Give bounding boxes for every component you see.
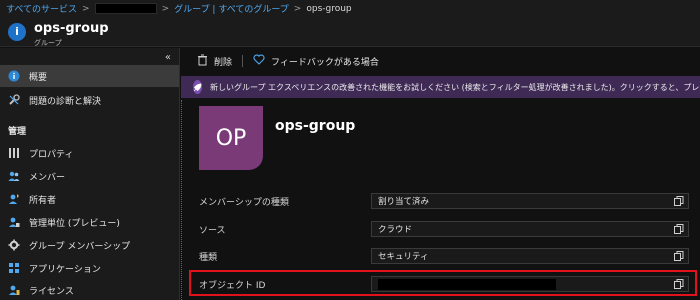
source-value: クラウド (378, 225, 413, 235)
main-content: 削除 フィードバックがある場合 新しいグループ エクスペリエンスの改善された機能… (181, 48, 700, 300)
wrench-icon (8, 94, 20, 106)
delete-button[interactable]: 削除 (197, 54, 232, 69)
sidebar-item-label: 所有者 (29, 195, 57, 206)
breadcrumb-current: ops-group (306, 3, 352, 14)
feedback-button[interactable]: フィードバックがある場合 (253, 54, 379, 68)
sidebar-item-label: ライセンス (29, 286, 74, 297)
membership-type-label: メンバーシップの種類 (199, 198, 289, 208)
gear-icon (8, 239, 20, 251)
sidebar-item-admin-units[interactable]: 管理単位 (プレビュー) (0, 211, 179, 233)
redacted-breadcrumb (94, 3, 157, 14)
sidebar-item-label: プロパティ (29, 149, 74, 160)
group-avatar: OP (199, 106, 263, 170)
apps-icon (8, 262, 20, 274)
copy-icon[interactable] (674, 224, 684, 234)
preview-banner[interactable]: 新しいグループ エクスペリエンスの改善された機能をお試しください (検索とフィル… (181, 76, 700, 98)
group-name: ops-group (275, 118, 356, 134)
collapse-sidebar-icon[interactable]: « (165, 52, 171, 63)
delete-label: 削除 (214, 57, 233, 68)
toolbar-divider (242, 55, 244, 67)
breadcrumb-separator: > (82, 3, 90, 14)
license-icon (8, 284, 20, 296)
sidebar-item-owners[interactable]: 所有者 (0, 188, 179, 210)
source-field[interactable]: クラウド (371, 221, 689, 237)
rocket-icon (193, 80, 202, 94)
properties-icon (8, 147, 20, 159)
type-value: セキュリティ (378, 252, 429, 262)
sidebar-item-group-membership[interactable]: グループ メンバーシップ (0, 234, 179, 256)
owners-icon (8, 193, 20, 205)
type-label: 種類 (199, 253, 218, 263)
breadcrumb-groups[interactable]: グループ | すべてのグループ (174, 2, 289, 15)
sidebar: « 概要 問題の診断と解決 管理 プロパティ メンバー 所有者 管理単位 (プレ… (0, 48, 180, 300)
breadcrumb-separator: > (161, 3, 170, 14)
info-icon (8, 70, 20, 82)
page-subtitle: グループ (34, 39, 62, 47)
members-icon (8, 170, 20, 182)
copy-icon[interactable] (674, 251, 684, 261)
sidebar-item-label: グループ メンバーシップ (29, 241, 131, 252)
membership-type-field[interactable]: 割り当て済み (371, 193, 689, 209)
sidebar-item-diagnose[interactable]: 問題の診断と解決 (0, 89, 179, 111)
trash-icon (197, 54, 208, 69)
sidebar-item-applications[interactable]: アプリケーション (0, 257, 179, 279)
copy-icon[interactable] (674, 196, 684, 206)
breadcrumb: すべてのサービス > > グループ | すべてのグループ > ops-group (0, 0, 700, 17)
type-field[interactable]: セキュリティ (371, 248, 689, 264)
focus-outline (181, 100, 182, 300)
blade-header: i ops-group グループ (0, 17, 700, 47)
highlight-box (189, 270, 697, 296)
breadcrumb-separator: > (293, 3, 302, 14)
section-header-manage: 管理 (8, 127, 27, 137)
feedback-label: フィードバックがある場合 (271, 57, 379, 68)
sidebar-item-label: アプリケーション (29, 264, 101, 275)
breadcrumb-all-services[interactable]: すべてのサービス (6, 2, 77, 15)
sidebar-item-label: 問題の診断と解決 (29, 96, 102, 107)
banner-text: 新しいグループ エクスペリエンスの改善された機能をお試しください (検索とフィル… (210, 82, 700, 92)
sidebar-item-label: 管理単位 (プレビュー) (29, 218, 120, 229)
page-title: ops-group (34, 21, 109, 36)
sidebar-item-licenses[interactable]: ライセンス (0, 279, 179, 300)
command-bar: 削除 フィードバックがある場合 (181, 48, 700, 74)
source-label: ソース (199, 226, 226, 236)
sidebar-item-members[interactable]: メンバー (0, 165, 179, 187)
admin-units-icon (8, 216, 20, 228)
sidebar-item-label: 概要 (29, 72, 48, 83)
sidebar-item-overview[interactable]: 概要 (0, 65, 179, 87)
info-icon: i (8, 23, 26, 41)
membership-type-value: 割り当て済み (378, 197, 430, 207)
sidebar-item-label: メンバー (29, 172, 66, 183)
sidebar-item-properties[interactable]: プロパティ (0, 142, 179, 164)
heart-icon (253, 54, 265, 68)
